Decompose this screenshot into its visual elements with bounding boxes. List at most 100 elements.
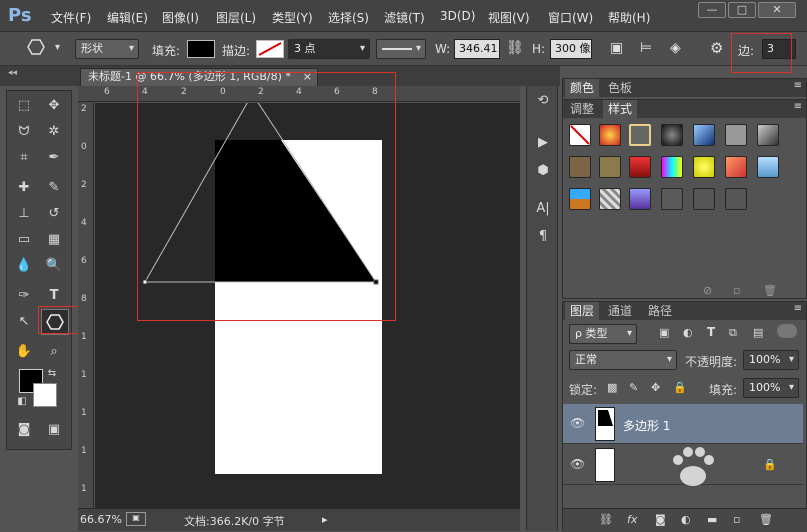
- style-swatch[interactable]: [693, 156, 715, 178]
- style-swatch[interactable]: [693, 124, 715, 146]
- status-preview-icon[interactable]: ▣: [126, 512, 146, 526]
- menu-image[interactable]: 图像(I): [162, 9, 199, 26]
- panel-menu-icon[interactable]: ≡: [794, 101, 802, 112]
- menu-filter[interactable]: 滤镜(T): [384, 9, 425, 26]
- hand-tool-icon[interactable]: ✋: [13, 341, 35, 363]
- tab-channels[interactable]: 通道: [603, 302, 637, 320]
- status-menu-arrow-icon[interactable]: ▸: [322, 513, 328, 526]
- lock-transparent-icon[interactable]: ▩: [607, 381, 617, 394]
- fill-color-swatch[interactable]: [187, 40, 215, 58]
- marquee-tool-icon[interactable]: ⬚: [13, 95, 35, 117]
- delete-style-icon[interactable]: 🗑: [763, 284, 777, 297]
- brush-tool-icon[interactable]: ✎: [43, 177, 65, 199]
- zoom-level[interactable]: 66.67%: [80, 513, 122, 526]
- add-mask-icon[interactable]: ◙: [655, 513, 666, 526]
- fill-input[interactable]: 100%: [743, 378, 799, 398]
- style-swatch[interactable]: [661, 156, 683, 178]
- crop-tool-icon[interactable]: ⌗: [13, 147, 35, 169]
- clone-stamp-icon[interactable]: ⊥: [13, 203, 35, 225]
- layer-row-polygon[interactable]: 👁 多边形 1: [563, 404, 803, 444]
- panel-menu-icon[interactable]: ≡: [794, 303, 802, 314]
- stroke-type-select[interactable]: [376, 39, 426, 59]
- filter-shape-icon[interactable]: ⧉: [729, 326, 737, 340]
- tab-paths[interactable]: 路径: [643, 302, 677, 320]
- lock-position-icon[interactable]: ✥: [651, 381, 660, 394]
- pen-tool-icon[interactable]: ✑: [13, 285, 35, 307]
- menu-layer[interactable]: 图层(L): [216, 9, 256, 26]
- style-swatch[interactable]: [757, 124, 779, 146]
- new-style-icon[interactable]: ▫: [733, 284, 740, 297]
- history-brush-icon[interactable]: ↺: [43, 203, 65, 225]
- style-swatch[interactable]: [599, 156, 621, 178]
- default-colors-icon[interactable]: ◧: [11, 391, 33, 413]
- tool-mode-select[interactable]: 形状: [75, 39, 139, 59]
- style-swatch[interactable]: [599, 124, 621, 146]
- menu-edit[interactable]: 编辑(E): [107, 9, 148, 26]
- height-input[interactable]: 300 像: [550, 39, 592, 59]
- type-tool-icon[interactable]: T: [43, 285, 65, 307]
- style-swatch[interactable]: [725, 124, 747, 146]
- tab-adjustments[interactable]: 调整: [565, 100, 599, 118]
- layer-name[interactable]: 多边形 1: [623, 417, 670, 434]
- menu-3d[interactable]: 3D(D): [440, 9, 475, 23]
- style-swatch[interactable]: [693, 188, 715, 210]
- filter-smart-icon[interactable]: ▤: [753, 326, 763, 339]
- style-swatch[interactable]: [725, 156, 747, 178]
- tab-swatches[interactable]: 色板: [603, 79, 637, 97]
- actions-panel-icon[interactable]: ▶: [532, 132, 554, 154]
- link-icon[interactable]: ⛓: [506, 40, 524, 56]
- minimize-button[interactable]: —: [698, 2, 726, 18]
- maximize-button[interactable]: □: [728, 2, 756, 18]
- tab-color[interactable]: 颜色: [565, 79, 600, 97]
- eyedropper-icon[interactable]: ✒: [43, 147, 65, 169]
- fx-icon[interactable]: fx: [627, 513, 637, 526]
- menu-type[interactable]: 类型(Y): [272, 9, 313, 26]
- style-swatch[interactable]: [629, 156, 651, 178]
- 3d-panel-icon[interactable]: ⬢: [532, 160, 554, 182]
- style-swatch[interactable]: [661, 124, 683, 146]
- paragraph-panel-icon[interactable]: ¶: [532, 226, 554, 248]
- style-swatch[interactable]: [757, 156, 779, 178]
- link-layers-icon[interactable]: ⛓: [599, 513, 613, 526]
- screen-mode-icon[interactable]: ▣: [43, 419, 65, 441]
- blur-tool-icon[interactable]: 💧: [13, 255, 35, 277]
- opacity-input[interactable]: 100%: [743, 350, 799, 370]
- collapse-left-icon[interactable]: ◂◂: [8, 68, 17, 78]
- tab-layers[interactable]: 图层: [565, 302, 600, 320]
- style-swatch[interactable]: [725, 188, 747, 210]
- layer-filter-kind[interactable]: ρ 类型: [569, 324, 637, 344]
- filter-type-icon[interactable]: T: [707, 325, 715, 339]
- tool-preset-picker[interactable]: [22, 39, 64, 59]
- panel-menu-icon[interactable]: ≡: [794, 80, 802, 91]
- lock-all-icon[interactable]: 🔒: [673, 381, 687, 394]
- tab-styles[interactable]: 样式: [603, 100, 638, 118]
- healing-brush-icon[interactable]: ✚: [13, 177, 35, 199]
- swap-colors-icon[interactable]: ⇆: [41, 363, 63, 385]
- menu-select[interactable]: 选择(S): [328, 9, 369, 26]
- style-swatch[interactable]: [661, 188, 683, 210]
- background-color[interactable]: [33, 383, 57, 407]
- width-input[interactable]: 346.41: [454, 39, 500, 59]
- menu-view[interactable]: 视图(V): [488, 9, 530, 26]
- dodge-tool-icon[interactable]: 🔍: [43, 255, 65, 277]
- close-button[interactable]: ✕: [758, 2, 796, 18]
- zoom-tool-icon[interactable]: ⌕: [43, 341, 65, 363]
- eraser-icon[interactable]: ▭: [13, 229, 35, 251]
- quick-mask-icon[interactable]: ◙: [13, 419, 35, 441]
- eye-icon[interactable]: 👁: [570, 457, 585, 471]
- menu-file[interactable]: 文件(F): [51, 9, 91, 26]
- eye-icon[interactable]: 👁: [570, 416, 585, 430]
- lasso-tool-icon[interactable]: ᗢ: [13, 121, 35, 143]
- style-none[interactable]: [569, 124, 591, 146]
- gradient-tool-icon[interactable]: ▦: [43, 229, 65, 251]
- path-arrangement-icon[interactable]: ◈: [670, 40, 681, 56]
- stroke-color-swatch[interactable]: [256, 40, 284, 58]
- style-swatch[interactable]: [569, 188, 591, 210]
- path-operations-icon[interactable]: ▣: [610, 40, 623, 56]
- move-tool-icon[interactable]: ✥: [43, 95, 65, 117]
- filter-toggle[interactable]: [777, 324, 797, 338]
- clear-style-icon[interactable]: ⊘: [703, 284, 712, 297]
- magic-wand-icon[interactable]: ✲: [43, 121, 65, 143]
- history-panel-icon[interactable]: ⟲: [532, 90, 554, 112]
- menu-help[interactable]: 帮助(H): [608, 9, 650, 26]
